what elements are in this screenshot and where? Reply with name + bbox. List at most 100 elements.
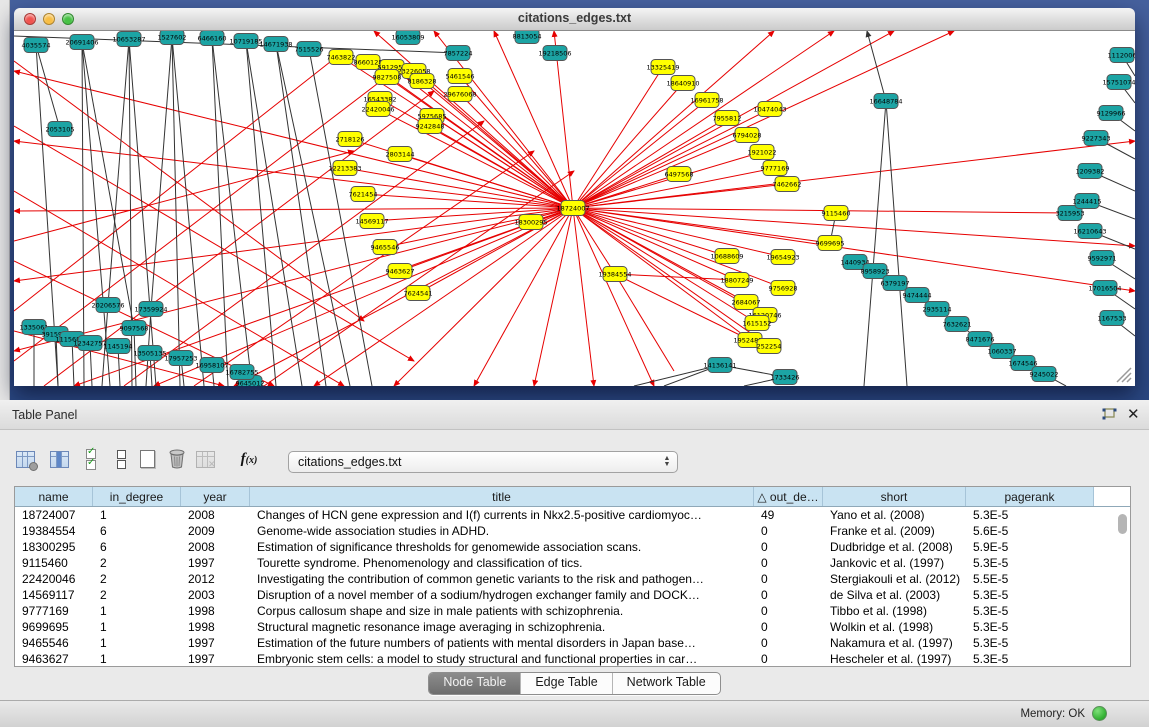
graph-node[interactable]: 16961758 xyxy=(690,93,723,108)
table-cell[interactable]: 1997 xyxy=(181,555,250,571)
graph-node[interactable]: 17359924 xyxy=(134,302,167,317)
table-cell[interactable]: 9699695 xyxy=(15,619,93,635)
graph-node[interactable]: 2803144 xyxy=(386,147,415,162)
column-header-short[interactable]: short xyxy=(823,487,966,506)
graph-node[interactable]: 9474444 xyxy=(903,288,932,303)
graph-node[interactable]: 10474043 xyxy=(753,102,786,117)
table-cell[interactable]: 0 xyxy=(754,619,823,635)
graph-node[interactable]: 22420046 xyxy=(361,102,394,117)
table-cell[interactable]: 2012 xyxy=(181,571,250,587)
graph-node[interactable]: 2718126 xyxy=(336,132,365,147)
graph-node[interactable]: 19218506 xyxy=(538,46,571,61)
row-options-button[interactable] xyxy=(108,446,134,472)
graph-edge[interactable] xyxy=(573,208,727,256)
table-cell[interactable]: 9777169 xyxy=(15,603,93,619)
graph-node[interactable]: 9592971 xyxy=(1088,251,1117,266)
graph-node[interactable]: 9756928 xyxy=(769,281,798,296)
column-header-pagerank[interactable]: pagerank xyxy=(966,487,1094,506)
table-row[interactable]: 1872400712008Changes of HCN gene express… xyxy=(15,507,1130,523)
table-row[interactable]: 977716911998Corpus callosum shape and si… xyxy=(15,603,1130,619)
graph-edge[interactable] xyxy=(14,61,364,321)
table-cell[interactable]: Embryonic stem cells: a model to study s… xyxy=(250,651,754,667)
graph-node[interactable]: 29676068 xyxy=(443,87,476,102)
graph-node[interactable]: 9115460 xyxy=(822,206,851,221)
table-row[interactable]: 969969511998Structural magnetic resonanc… xyxy=(15,619,1130,635)
graph-node[interactable]: 18300295 xyxy=(514,215,547,230)
graph-edge[interactable] xyxy=(400,154,573,208)
table-cell[interactable]: 5.9E-5 xyxy=(966,539,1094,555)
graph-node[interactable]: 13325419 xyxy=(646,60,679,75)
table-cell[interactable]: 2 xyxy=(93,571,181,587)
table-cell[interactable]: Dudbridge et al. (2008) xyxy=(823,539,966,555)
tab-edge-table[interactable]: Edge Table xyxy=(521,673,612,694)
graph-node[interactable]: 9465546 xyxy=(371,240,400,255)
delete-table-button[interactable]: ✕ xyxy=(192,446,218,472)
table-options-button[interactable] xyxy=(12,446,38,472)
graph-edge[interactable] xyxy=(172,37,204,386)
graph-node[interactable]: 14671938 xyxy=(259,37,292,52)
table-row[interactable]: 2242004622012Investigating the contribut… xyxy=(15,571,1130,587)
graph-node[interactable]: 9097568 xyxy=(120,321,149,336)
graph-node[interactable]: 16958107 xyxy=(195,358,228,373)
graph-edge[interactable] xyxy=(534,208,573,386)
graph-node[interactable]: 7955812 xyxy=(713,111,742,126)
column-header-year[interactable]: year xyxy=(181,487,250,506)
table-scrollbar[interactable] xyxy=(1118,514,1127,662)
float-panel-button[interactable] xyxy=(1101,407,1119,423)
table-cell[interactable]: Structural magnetic resonance image aver… xyxy=(250,619,754,635)
graph-node[interactable]: 6379197 xyxy=(881,276,910,291)
graph-node[interactable]: 4035574 xyxy=(22,38,51,53)
graph-edge[interactable] xyxy=(573,208,594,386)
graph-node[interactable]: 7632621 xyxy=(943,317,972,332)
graph-edge[interactable] xyxy=(867,31,886,101)
graph-node[interactable]: 1209382 xyxy=(1076,164,1105,179)
graph-edge[interactable] xyxy=(36,45,60,129)
graph-node[interactable]: 12213383 xyxy=(328,161,361,176)
graph-node[interactable]: 16782755 xyxy=(225,365,258,380)
table-cell[interactable]: 1 xyxy=(93,507,181,523)
graph-node[interactable]: 1527602 xyxy=(158,31,187,45)
table-cell[interactable]: Nakamura et al. (1997) xyxy=(823,635,966,651)
table-cell[interactable]: 6 xyxy=(93,539,181,555)
table-cell[interactable]: 6 xyxy=(93,523,181,539)
graph-edge[interactable] xyxy=(108,39,129,305)
table-cell[interactable]: 1 xyxy=(93,603,181,619)
table-cell[interactable]: 0 xyxy=(754,539,823,555)
table-cell[interactable]: 1 xyxy=(93,619,181,635)
graph-node[interactable]: 20691406 xyxy=(65,35,98,50)
table-cell[interactable]: 9115460 xyxy=(15,555,93,571)
graph-node[interactable]: 12342757 xyxy=(73,336,106,351)
graph-edge[interactable] xyxy=(14,208,573,211)
graph-node[interactable]: 10653287 xyxy=(112,32,145,47)
create-column-button[interactable] xyxy=(134,446,160,472)
graph-node[interactable]: 1733426 xyxy=(771,370,800,385)
graph-node[interactable]: 1112006 xyxy=(1108,48,1135,63)
tab-node-table[interactable]: Node Table xyxy=(429,673,521,694)
network-window-titlebar[interactable]: citations_edges.txt xyxy=(14,8,1135,31)
graph-node[interactable]: 13505135 xyxy=(133,346,166,361)
graph-node[interactable]: 9463627 xyxy=(386,264,415,279)
graph-edge[interactable] xyxy=(460,76,573,208)
table-cell[interactable]: 5.3E-5 xyxy=(966,507,1094,523)
table-row[interactable]: 946362711997Embryonic stem cells: a mode… xyxy=(15,651,1130,667)
table-cell[interactable]: Tourette syndrome. Phenomenology and cla… xyxy=(250,555,754,571)
graph-edge[interactable] xyxy=(276,44,326,386)
column-header-title[interactable]: title xyxy=(250,487,754,506)
graph-node[interactable]: 8813054 xyxy=(513,31,542,44)
graph-edge[interactable] xyxy=(14,71,573,208)
graph-node[interactable]: 1921022 xyxy=(748,145,777,160)
table-cell[interactable]: 1998 xyxy=(181,603,250,619)
close-panel-button[interactable]: ✕ xyxy=(1127,405,1140,423)
table-row[interactable]: 946554611997Estimation of the future num… xyxy=(15,635,1130,651)
delete-column-button[interactable] xyxy=(164,446,190,472)
column-header-name[interactable]: name xyxy=(15,487,93,506)
graph-node[interactable]: 2053105 xyxy=(46,122,75,137)
graph-node[interactable]: 9129966 xyxy=(1097,106,1126,121)
table-cell[interactable]: 5.3E-5 xyxy=(966,603,1094,619)
graph-edge[interactable] xyxy=(886,101,907,386)
graph-edge[interactable] xyxy=(422,81,573,208)
graph-edge[interactable] xyxy=(246,41,302,386)
graph-node[interactable]: 1244415 xyxy=(1073,194,1102,209)
table-cell[interactable]: Wolkin et al. (1998) xyxy=(823,619,966,635)
graph-edge[interactable] xyxy=(573,31,954,208)
